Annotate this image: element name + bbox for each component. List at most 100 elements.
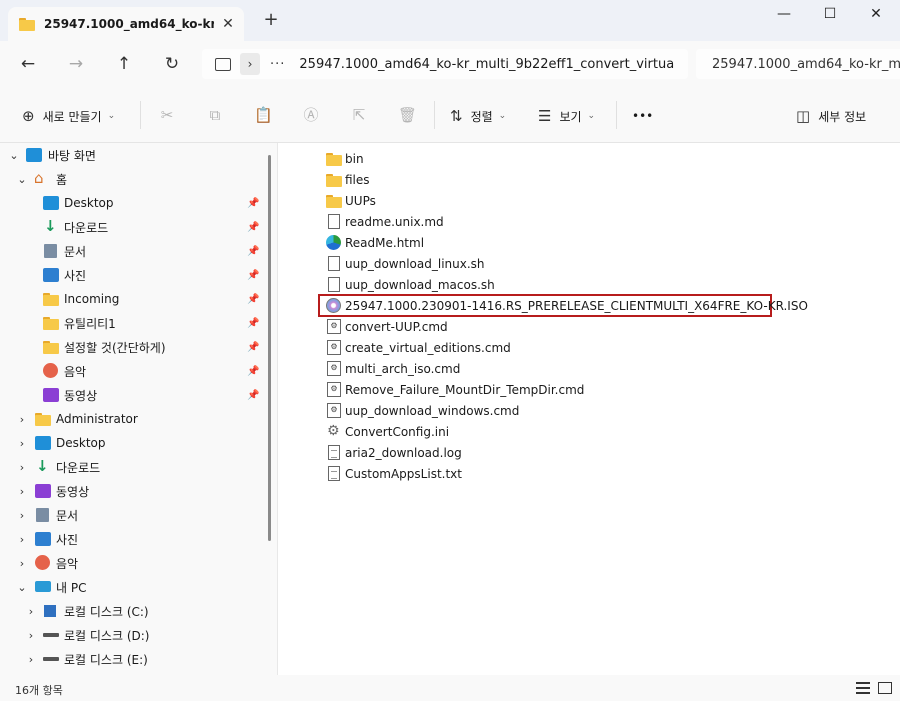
content-area: ⌄ 바탕 화면 ⌄ ⌂ 홈 Desktop 📌 ↓ 다운로드 📌 문서 📌 사진 bbox=[0, 143, 900, 675]
more-options-button[interactable]: ••• bbox=[632, 106, 653, 126]
tiles-view-icon[interactable] bbox=[878, 682, 892, 694]
nav-item-music-quick[interactable]: 음악 📌 bbox=[0, 359, 262, 383]
file-item-uup-windows[interactable]: ⚙ uup_download_windows.cmd bbox=[326, 400, 519, 421]
pin-icon: 📌 bbox=[247, 245, 260, 257]
chevron-right-icon[interactable]: › bbox=[16, 533, 28, 546]
nav-item-utility1[interactable]: 유틸리티1 📌 bbox=[0, 311, 262, 335]
nav-item-label: 음악 bbox=[64, 364, 87, 379]
up-button[interactable]: ↑ bbox=[113, 53, 135, 75]
file-name: convert-UUP.cmd bbox=[345, 319, 448, 334]
delete-icon[interactable]: 🗑 bbox=[398, 106, 417, 124]
chevron-down-icon[interactable]: ⌄ bbox=[16, 581, 28, 594]
nav-item-music[interactable]: › 음악 bbox=[0, 551, 262, 575]
minimize-button[interactable]: — bbox=[772, 6, 796, 26]
chevron-right-icon[interactable]: › bbox=[25, 629, 37, 642]
folder-icon bbox=[43, 317, 59, 331]
nav-item-documents[interactable]: › 문서 bbox=[0, 503, 262, 527]
nav-item-label: 로컬 디스크 (E:) bbox=[64, 652, 148, 667]
nav-item-pictures[interactable]: › 사진 bbox=[0, 527, 262, 551]
close-tab-icon[interactable]: ✕ bbox=[220, 16, 236, 32]
nav-item-downloads-quick[interactable]: ↓ 다운로드 📌 bbox=[0, 215, 262, 239]
refresh-button[interactable]: ↻ bbox=[161, 53, 183, 75]
file-list: bin files UUPs readme.unix.md ReadMe.htm… bbox=[278, 143, 900, 675]
copy-icon[interactable]: ⧉ bbox=[206, 106, 224, 124]
text-file-icon bbox=[328, 465, 340, 481]
chevron-right-icon[interactable]: › bbox=[25, 653, 37, 666]
nav-item-desktop[interactable]: › Desktop bbox=[0, 431, 262, 455]
breadcrumb-overflow[interactable]: ··· bbox=[270, 57, 285, 72]
file-item-custom-apps[interactable]: CustomAppsList.txt bbox=[326, 463, 462, 484]
chevron-down-icon[interactable]: ⌄ bbox=[16, 173, 28, 186]
toolbar-divider bbox=[434, 101, 435, 129]
nav-item-videos[interactable]: › 동영상 bbox=[0, 479, 262, 503]
file-name: CustomAppsList.txt bbox=[345, 466, 462, 481]
chevron-down-icon: ⌄ bbox=[587, 111, 596, 121]
nav-item-drive-d[interactable]: › 로컬 디스크 (D:) bbox=[0, 623, 262, 647]
file-item-uups[interactable]: UUPs bbox=[326, 190, 376, 211]
file-item-iso[interactable]: 25947.1000.230901-1416.RS_PRERELEASE_CLI… bbox=[318, 294, 808, 317]
back-button[interactable]: ← bbox=[17, 53, 39, 75]
sort-button[interactable]: ⇅ 정렬 ⌄ bbox=[450, 106, 506, 126]
details-view-icon[interactable] bbox=[856, 682, 870, 694]
file-item-convert-uup[interactable]: ⚙ convert-UUP.cmd bbox=[326, 316, 448, 337]
file-item-remove-failure[interactable]: ⚙ Remove_Failure_MountDir_TempDir.cmd bbox=[326, 379, 584, 400]
search-input[interactable]: 25947.1000_amd64_ko-kr_multi_9b22eff1 bbox=[712, 57, 900, 72]
documents-icon bbox=[44, 244, 57, 258]
nav-item-incoming[interactable]: Incoming 📌 bbox=[0, 287, 262, 311]
chevron-right-icon[interactable]: › bbox=[16, 413, 28, 426]
nav-item-this-pc[interactable]: ⌄ 내 PC bbox=[0, 575, 262, 599]
file-item-files[interactable]: files bbox=[326, 169, 370, 190]
maximize-button[interactable]: ☐ bbox=[818, 6, 842, 26]
file-item-create-virtual[interactable]: ⚙ create_virtual_editions.cmd bbox=[326, 337, 511, 358]
nav-item-administrator[interactable]: › Administrator bbox=[0, 407, 262, 431]
file-item-uup-macos[interactable]: uup_download_macos.sh bbox=[326, 274, 495, 295]
nav-item-documents-quick[interactable]: 문서 📌 bbox=[0, 239, 262, 263]
nav-item-drive-e[interactable]: › 로컬 디스크 (E:) bbox=[0, 647, 262, 671]
file-item-uup-linux[interactable]: uup_download_linux.sh bbox=[326, 253, 485, 274]
chevron-right-icon[interactable]: › bbox=[25, 605, 37, 618]
nav-item-home[interactable]: ⌄ ⌂ 홈 bbox=[0, 167, 262, 191]
chevron-right-icon[interactable]: › bbox=[16, 509, 28, 522]
breadcrumb-chevron[interactable]: › bbox=[240, 53, 260, 75]
file-item-multi-arch[interactable]: ⚙ multi_arch_iso.cmd bbox=[326, 358, 460, 379]
nav-item-label: 내 PC bbox=[56, 580, 87, 595]
desktop-icon bbox=[26, 148, 42, 162]
file-item-bin[interactable]: bin bbox=[326, 148, 364, 169]
share-icon[interactable]: ⇱ bbox=[350, 106, 368, 124]
file-item-convert-config[interactable]: ⚙ ConvertConfig.ini bbox=[326, 421, 449, 442]
breadcrumb-path[interactable]: 25947.1000_amd64_ko-kr_multi_9b22eff1_co… bbox=[299, 57, 679, 72]
rename-icon[interactable]: Ⓐ bbox=[302, 106, 320, 124]
chevron-right-icon[interactable]: › bbox=[16, 557, 28, 570]
close-window-button[interactable]: ✕ bbox=[864, 6, 888, 26]
nav-item-desktop-quick[interactable]: Desktop 📌 bbox=[0, 191, 262, 215]
search-box[interactable]: 25947.1000_amd64_ko-kr_multi_9b22eff1 bbox=[696, 49, 900, 79]
details-pane-button[interactable]: ◫ 세부 정보 bbox=[796, 106, 866, 126]
cut-icon[interactable]: ✂ bbox=[158, 106, 176, 124]
chevron-right-icon[interactable]: › bbox=[16, 485, 28, 498]
forward-button[interactable]: → bbox=[65, 53, 87, 75]
paste-icon[interactable]: 📋 bbox=[254, 106, 273, 124]
address-bar[interactable]: › ··· 25947.1000_amd64_ko-kr_multi_9b22e… bbox=[202, 49, 688, 79]
chevron-right-icon[interactable]: › bbox=[16, 461, 28, 474]
file-item-readme-unix[interactable]: readme.unix.md bbox=[326, 211, 444, 232]
nav-item-desktop-root[interactable]: ⌄ 바탕 화면 bbox=[0, 143, 262, 167]
nav-scrollbar[interactable] bbox=[268, 155, 271, 541]
nav-item-downloads[interactable]: › ↓ 다운로드 bbox=[0, 455, 262, 479]
tab-current-folder[interactable]: 25947.1000_amd64_ko-kr_multi_9b22eff1_co… bbox=[8, 7, 244, 41]
download-icon: ↓ bbox=[44, 217, 57, 235]
new-tab-button[interactable]: + bbox=[262, 11, 280, 29]
nav-item-pictures-quick[interactable]: 사진 📌 bbox=[0, 263, 262, 287]
new-button[interactable]: ⊕ 새로 만들기 ⌄ bbox=[22, 106, 115, 126]
chevron-down-icon[interactable]: ⌄ bbox=[8, 149, 20, 162]
file-item-readme-html[interactable]: ReadMe.html bbox=[326, 232, 424, 253]
view-button[interactable]: ☰ 보기 ⌄ bbox=[538, 106, 595, 126]
file-item-aria2-log[interactable]: aria2_download.log bbox=[326, 442, 462, 463]
toolbar-divider bbox=[140, 101, 141, 129]
chevron-right-icon[interactable]: › bbox=[16, 437, 28, 450]
nav-item-videos-quick[interactable]: 동영상 📌 bbox=[0, 383, 262, 407]
nav-item-settings-todo[interactable]: 설정할 것(간단하게) 📌 bbox=[0, 335, 262, 359]
navigation-pane: ⌄ 바탕 화면 ⌄ ⌂ 홈 Desktop 📌 ↓ 다운로드 📌 문서 📌 사진 bbox=[0, 143, 262, 675]
cmd-icon: ⚙ bbox=[327, 381, 341, 397]
disc-image-icon bbox=[326, 297, 341, 313]
nav-item-drive-c[interactable]: › 로컬 디스크 (C:) bbox=[0, 599, 262, 623]
